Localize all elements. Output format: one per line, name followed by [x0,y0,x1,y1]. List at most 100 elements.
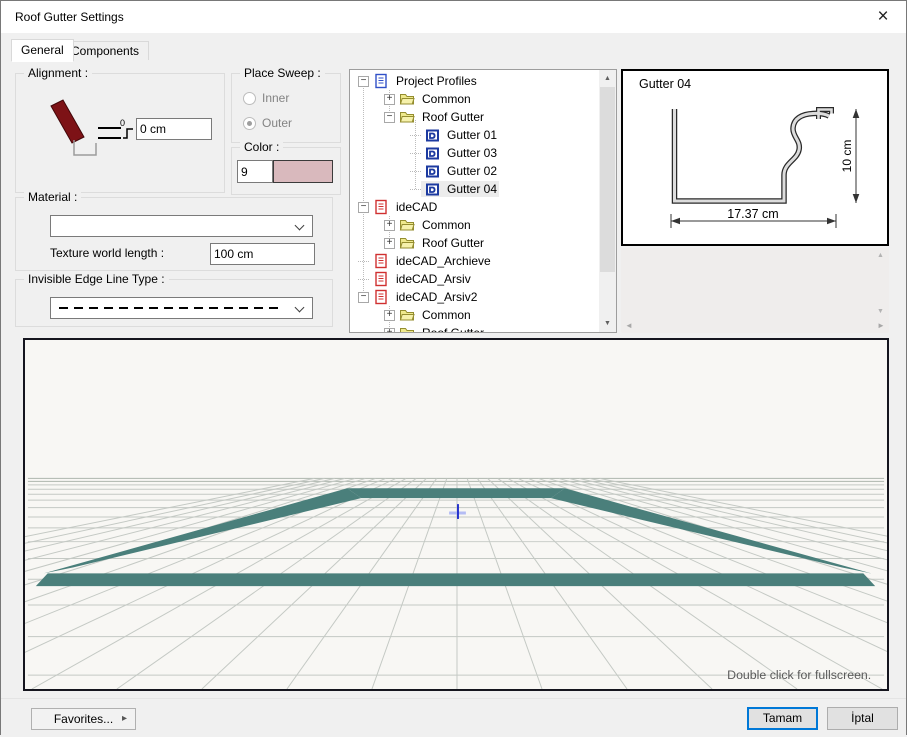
scroll-right-icon[interactable]: ► [875,319,887,332]
collapse-minus-icon[interactable]: − [384,112,395,123]
tree-item[interactable]: +Common [350,306,599,324]
tab-components[interactable]: Components [61,41,149,60]
scroll-down-icon[interactable]: ▼ [874,306,887,318]
folder-icon [399,235,415,251]
preview-title: Gutter 04 [639,77,691,91]
tree-item[interactable]: Gutter 01 [350,126,599,144]
chevron-down-icon [295,221,305,231]
gutter-3d-outline [36,488,875,586]
document-red-icon [373,289,389,305]
arrow-right-icon: ▸ [122,709,127,729]
tree-item-label: ideCAD_Arsiv2 [394,289,479,305]
arrow-down [853,194,860,203]
gutter-profile-icon [425,164,440,179]
footer-bar: Favorites... ▸ Tamam İptal [1,698,906,737]
gutter-profile-outline [675,109,830,201]
tree-item-body: Roof Gutter [395,235,486,251]
tree-leaf-stub [358,261,369,262]
tree-item-label: ideCAD_Archieve [394,253,493,269]
document-red-icon [373,199,389,215]
expand-plus-icon[interactable]: + [384,94,395,105]
place-sweep-group-title: Place Sweep : [240,66,325,80]
tree-leaf-stub [410,171,421,172]
tree-item[interactable]: − Project Profiles [350,72,599,90]
tree-item[interactable]: +Roof Gutter [350,324,599,333]
tree-item-label: Project Profiles [394,73,479,89]
place-sweep-group: Place Sweep : [231,73,341,143]
gutter-profile-fill [675,109,830,201]
tab-general[interactable]: General [11,39,74,62]
folder-icon [399,325,415,333]
tree-item[interactable]: −Roof Gutter [350,108,599,126]
tree-item-body: ideCAD_Arsiv2 [369,289,479,305]
tree-item[interactable]: ideCAD_Archieve [350,252,599,270]
arrow-right [827,218,836,225]
expand-plus-icon[interactable]: + [384,238,395,249]
scroll-up-icon[interactable]: ▲ [599,70,616,87]
roof-slope-icon [51,100,84,143]
tree-item[interactable]: − ideCAD_Arsiv2 [350,288,599,306]
3d-viewport[interactable]: Double click for fullscreen. [23,338,889,691]
radio-outer-label: Outer [262,116,292,130]
tree-leaf-stub [410,189,421,190]
fullscreen-hint: Double click for fullscreen. [727,668,871,682]
color-index-input[interactable] [237,160,273,183]
cancel-button[interactable]: İptal [827,707,898,730]
tree-item[interactable]: +Roof Gutter [350,234,599,252]
close-icon[interactable]: × [868,3,898,31]
tree-item[interactable]: +Common [350,216,599,234]
gutter-channel-icon [74,140,96,155]
material-group-title: Material : [24,190,81,204]
color-swatch[interactable] [273,160,333,183]
favorites-button[interactable]: Favorites... ▸ [31,708,136,730]
alignment-offset-input[interactable] [136,118,212,140]
viewport-scene: Double click for fullscreen. [25,340,887,689]
tree-item[interactable]: Gutter 04 [350,180,599,198]
line-type-combobox[interactable] [50,297,313,319]
scrollbar-thumb[interactable] [600,87,615,272]
tree-item-body: Gutter 02 [421,163,499,179]
tree-item-body: Gutter 01 [421,127,499,143]
arrow-left [671,218,680,225]
panel-horizontal-scrollbar[interactable]: ◄ ► [623,319,887,332]
title-bar: Roof Gutter Settings × [1,1,906,33]
dim-bracket [123,129,133,138]
folder-icon [399,217,415,233]
tree-item-label: Gutter 04 [445,181,499,197]
tree-item[interactable]: −ideCAD [350,198,599,216]
tab-strip: General Components [1,33,906,61]
tree-rows: −Project Profiles+Common−Roof GutterGutt… [350,72,599,333]
document-red-icon [373,271,389,287]
collapse-minus-icon[interactable]: − [358,292,369,303]
collapse-minus-icon[interactable]: − [358,202,369,213]
profile-drawing: Gutter 04 10 cm 17.37 cm [623,71,887,244]
scroll-up-icon[interactable]: ▲ [874,250,887,262]
ok-button[interactable]: Tamam [747,707,818,730]
tree-item-label: Gutter 02 [445,163,499,179]
tree-item-label: Gutter 01 [445,127,499,143]
invisible-edge-group-title: Invisible Edge Line Type : [24,272,169,286]
tree-item[interactable]: + Common [350,90,599,108]
material-combobox[interactable] [50,215,313,237]
tree-item[interactable]: Gutter 03 [350,144,599,162]
scroll-down-icon[interactable]: ▼ [599,315,616,332]
expand-plus-icon[interactable]: + [384,310,395,321]
radio-inner[interactable]: Inner [243,91,289,105]
profile-tree[interactable]: −Project Profiles+Common−Roof GutterGutt… [349,69,617,333]
texture-length-input[interactable] [210,243,315,265]
tree-item-body: Gutter 04 [421,181,499,197]
folder-icon [399,307,415,323]
panel-vertical-scrollbar[interactable]: ▲ ▼ [874,250,887,318]
tree-item[interactable]: Gutter 02 [350,162,599,180]
collapse-minus-icon[interactable]: − [358,76,369,87]
tree-scrollbar[interactable]: ▲ ▼ [599,70,616,332]
tree-item-label: ideCAD_Arsiv [394,271,473,287]
scroll-left-icon[interactable]: ◄ [623,319,635,332]
expand-plus-icon[interactable]: + [384,328,395,334]
folder-icon [399,91,415,107]
dialog-window: Roof Gutter Settings × General Component… [0,0,907,735]
expand-plus-icon[interactable]: + [384,220,395,231]
radio-outer[interactable]: Outer [243,116,292,130]
tree-item[interactable]: ideCAD_Arsiv [350,270,599,288]
tree-item-label: Common [420,91,473,107]
